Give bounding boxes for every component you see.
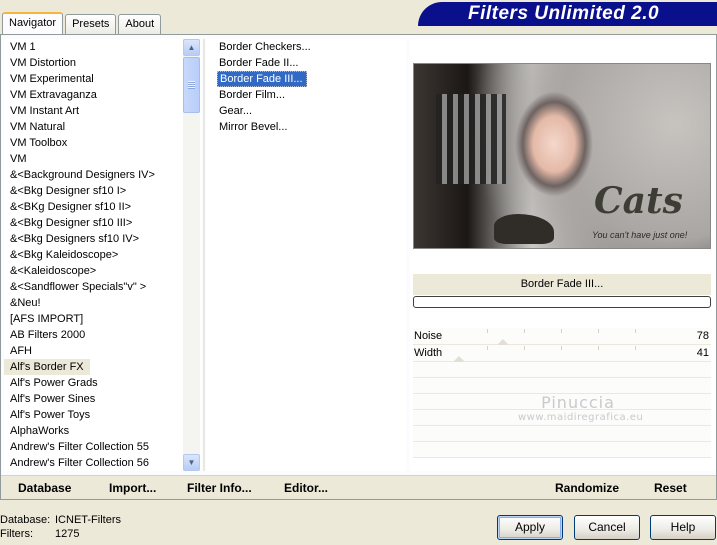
category-item[interactable]: VM Toolbox [4,135,201,151]
grip-icon [188,81,195,89]
effect-item[interactable]: Border Fade II... [206,55,406,71]
category-item[interactable]: &Neu! [4,295,201,311]
status-area: Database: ICNET-Filters Filters: 1275 [0,513,121,541]
category-item[interactable]: &<Bkg Designer sf10 III> [4,215,201,231]
tab-strip: Navigator Presets About [0,12,162,34]
param-label: Width [414,347,443,359]
help-button[interactable]: Help [650,515,716,540]
effect-item[interactable]: Border Film... [206,87,406,103]
category-item[interactable]: AlphaWorks [4,423,201,439]
database-button[interactable]: Database [18,481,71,495]
category-item[interactable]: VM [4,151,201,167]
param-empty [413,378,711,394]
database-status-value: ICNET-Filters [55,514,121,526]
category-item[interactable]: [AFS IMPORT] [4,311,201,327]
param-empty [413,426,711,442]
category-item[interactable]: Alf's Border FX [4,359,90,375]
preview-image: Cats You can't have just one! [413,63,711,249]
reset-button[interactable]: Reset [654,481,687,495]
import-button[interactable]: Import... [109,481,156,495]
watermark-url: www.maidiregrafica.eu [518,412,644,423]
apply-button[interactable]: Apply [497,515,563,540]
category-item[interactable]: AFH [4,343,201,359]
category-item[interactable]: Alf's Power Grads [4,375,201,391]
category-item[interactable]: VM Extravaganza [4,87,201,103]
category-item[interactable]: VM Instant Art [4,103,201,119]
filter-info-button[interactable]: Filter Info... [187,481,252,495]
category-item[interactable]: VM Distortion [4,55,201,71]
category-item[interactable]: &<BKg Designer sf10 II> [4,199,201,215]
app-banner: Filters Unlimited 2.0 [418,2,717,26]
watermark: Pinuccia www.maidiregrafica.eu [518,393,644,423]
randomize-button[interactable]: Randomize [555,481,619,495]
category-item[interactable]: VM 1 [4,39,201,55]
filters-status-label: Filters: [0,528,33,540]
list-divider [203,39,205,471]
preview-title: Cats [594,180,683,222]
editor-button[interactable]: Editor... [284,481,328,495]
category-item[interactable]: Alf's Power Sines [4,391,201,407]
param-width[interactable]: Width 41 [413,345,711,364]
effect-item[interactable]: Mirror Bevel... [206,119,406,135]
category-list[interactable]: VM 1 VM Distortion VM Experimental VM Extra… [4,39,201,471]
param-empty [413,442,711,458]
tab-navigator[interactable]: Navigator [2,12,64,34]
category-item[interactable]: Andrew's Filter Collection 56 [4,455,201,471]
category-item[interactable]: &<Bkg Designer sf10 I> [4,183,201,199]
category-item[interactable]: &<Kaleidoscope> [4,263,201,279]
category-item[interactable]: VM Natural [4,119,201,135]
category-item[interactable]: Alf's Power Toys [4,407,201,423]
category-item[interactable]: VM Experimental [4,71,201,87]
preview-decor-bars [436,94,506,184]
cat-icon [494,214,554,244]
param-value: 41 [696,347,709,359]
category-item[interactable]: &<Sandflower Specials"v" > [4,279,201,295]
preview-subtitle: You can't have just one! [592,230,688,240]
param-value: 78 [696,330,709,342]
cancel-button[interactable]: Cancel [574,515,640,540]
effect-item[interactable]: Gear... [206,103,406,119]
category-item[interactable]: Andrew's Filter Collection 55 [4,439,201,455]
param-empty [413,362,711,378]
effect-list[interactable]: Border Checkers... Border Fade II... Borde… [206,39,406,471]
category-item[interactable]: &<Bkg Kaleidoscope> [4,247,201,263]
progress-bar [413,296,711,308]
watermark-name: Pinuccia [541,393,615,412]
tab-presets[interactable]: Presets [65,14,117,34]
panel-toolbar: Database Import... Filter Info... Editor… [1,475,716,499]
category-scrollbar[interactable]: ▲ ▼ [183,39,200,471]
category-item[interactable]: &<Background Designers IV> [4,167,201,183]
database-status-label: Database: [0,514,51,526]
category-item[interactable]: &<Bkg Designers sf10 IV> [4,231,201,247]
effect-item[interactable]: Border Checkers... [206,39,406,55]
scroll-thumb[interactable] [183,57,200,113]
scroll-down-icon[interactable]: ▼ [183,454,200,471]
param-noise[interactable]: Noise 78 [413,328,711,347]
effect-name-label: Border Fade III... [413,274,711,295]
slider-ticks [487,329,661,333]
scroll-up-icon[interactable]: ▲ [183,39,200,56]
tab-about[interactable]: About [118,14,162,34]
category-item[interactable]: AB Filters 2000 [4,327,201,343]
filters-status-value: 1275 [55,528,80,540]
slider-ticks [487,346,661,350]
effect-item[interactable]: Border Fade III... [217,71,307,87]
param-label: Noise [414,330,443,342]
